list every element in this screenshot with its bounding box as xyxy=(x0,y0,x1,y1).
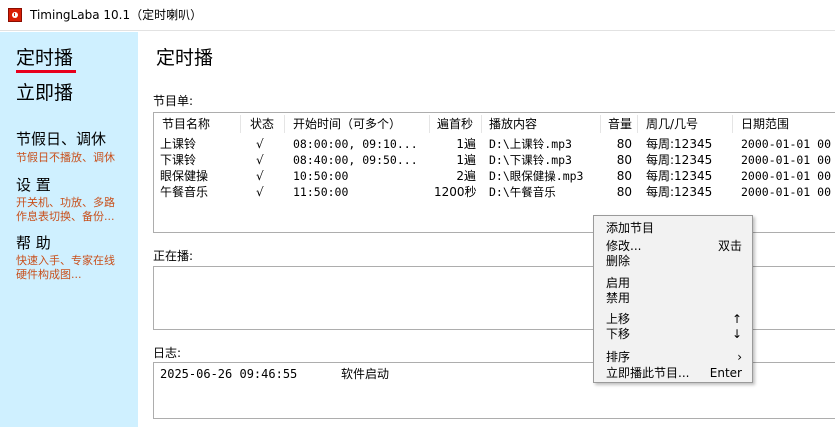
cell-repeat: 1遍 xyxy=(456,153,476,167)
nav-settings[interactable]: 设 置 xyxy=(16,176,51,195)
menu-item-label: 下移 xyxy=(606,327,631,341)
window-title: TimingLaba 10.1（定时喇叭） xyxy=(30,8,203,22)
cell-content: D:\午餐音乐 xyxy=(489,185,556,199)
cell-name: 上课铃 xyxy=(160,137,197,151)
cell-repeat: 2遍 xyxy=(456,169,476,183)
arrow-up-icon: ↑ xyxy=(731,312,742,326)
active-nav-underline xyxy=(16,70,76,73)
cell-volume: 80 xyxy=(616,169,632,183)
menu-enable[interactable]: 启用 xyxy=(594,275,752,291)
cell-volume: 80 xyxy=(616,185,632,199)
cell-weekday: 每周:12345 xyxy=(646,185,713,199)
menu-disable[interactable]: 禁用 xyxy=(594,290,752,306)
cell-start-time: 08:40:00, 09:50... xyxy=(293,153,418,167)
chevron-right-icon: › xyxy=(737,350,742,364)
cell-content: D:\眼保健操.mp3 xyxy=(489,169,584,183)
log-time: 2025-06-26 09:46:55 xyxy=(160,367,298,381)
column-divider[interactable] xyxy=(240,115,241,133)
nav-help[interactable]: 帮 助 xyxy=(16,234,51,253)
menu-item-label: 立即播此节目... xyxy=(606,366,690,380)
cell-repeat: 1遍 xyxy=(456,137,476,151)
column-divider[interactable] xyxy=(284,115,285,133)
log-message: 软件启动 xyxy=(341,367,390,381)
cell-weekday: 每周:12345 xyxy=(646,137,713,151)
page-title: 定时播 xyxy=(156,47,214,69)
now-playing-label: 正在播: xyxy=(153,249,194,263)
col-header-name[interactable]: 节目名称 xyxy=(162,117,210,131)
arrow-down-icon: ↓ xyxy=(731,327,742,341)
column-divider[interactable] xyxy=(429,115,430,133)
program-list-label: 节目单: xyxy=(153,94,194,108)
nav-help-desc-1[interactable]: 快速入手、专家在线 xyxy=(16,253,115,268)
cell-repeat: 1200秒 xyxy=(434,185,476,199)
menu-item-label: 修改... xyxy=(606,239,642,253)
cell-date-range: 2000-01-01 00 xyxy=(741,169,832,183)
table-row[interactable]: 下课铃 √ 08:40:00, 09:50... 1遍 D:\下课铃.mp3 8… xyxy=(154,152,835,168)
menu-item-shortcut: 双击 xyxy=(717,239,742,253)
col-header-volume[interactable]: 音量 xyxy=(608,117,632,131)
menu-item-label: 添加节目 xyxy=(606,221,655,235)
cell-start-time: 10:50:00 xyxy=(293,169,349,183)
app-icon xyxy=(8,8,22,22)
col-header-date-range[interactable]: 日期范围 xyxy=(741,117,789,131)
nav-play-now[interactable]: 立即播 xyxy=(16,81,73,105)
col-header-status[interactable]: 状态 xyxy=(250,117,274,131)
cell-status: √ xyxy=(256,153,264,167)
cell-weekday: 每周:12345 xyxy=(646,169,713,183)
menu-item-label: 排序 xyxy=(606,350,631,364)
menu-item-label: 启用 xyxy=(606,276,631,290)
table-row[interactable]: 眼保健操 √ 10:50:00 2遍 D:\眼保健操.mp3 80 每周:123… xyxy=(154,168,835,184)
log-label: 日志: xyxy=(153,346,182,360)
table-row[interactable]: 午餐音乐 √ 11:50:00 1200秒 D:\午餐音乐 80 每周:1234… xyxy=(154,184,835,200)
menu-item-label: 禁用 xyxy=(606,291,631,305)
nav-holidays-desc[interactable]: 节假日不播放、调休 xyxy=(16,150,115,165)
program-list-header: 节目名称 状态 开始时间（可多个） 遍首秒 播放内容 音量 周几/几号 日期范围 xyxy=(154,113,835,135)
menu-delete[interactable]: 删除 xyxy=(594,253,752,269)
cell-date-range: 2000-01-01 00 xyxy=(741,137,832,151)
nav-scheduled-play[interactable]: 定时播 xyxy=(16,46,73,70)
column-divider[interactable] xyxy=(481,115,482,133)
menu-item-label: 上移 xyxy=(606,312,631,326)
menu-sort[interactable]: 排序 › xyxy=(594,349,752,365)
cell-status: √ xyxy=(256,169,264,183)
column-divider[interactable] xyxy=(600,115,601,133)
nav-settings-desc-1[interactable]: 开关机、功放、多路 xyxy=(16,195,115,210)
col-header-start-time[interactable]: 开始时间（可多个） xyxy=(293,117,401,131)
col-header-weekday[interactable]: 周几/几号 xyxy=(646,117,698,131)
cell-content: D:\上课铃.mp3 xyxy=(489,137,572,151)
column-divider[interactable] xyxy=(732,115,733,133)
menu-move-up[interactable]: 上移 ↑ xyxy=(594,311,752,327)
nav-help-desc-2[interactable]: 硬件构成图... xyxy=(16,267,82,282)
cell-name: 午餐音乐 xyxy=(160,185,209,199)
menu-move-down[interactable]: 下移 ↓ xyxy=(594,326,752,342)
cell-volume: 80 xyxy=(616,153,632,167)
cell-weekday: 每周:12345 xyxy=(646,153,713,167)
menu-item-label: 删除 xyxy=(606,254,631,268)
context-menu: 添加节目 修改... 双击 删除 启用 禁用 上移 ↑ 下移 ↓ 排序 › 立即… xyxy=(593,215,753,383)
cell-status: √ xyxy=(256,137,264,151)
title-bar: TimingLaba 10.1（定时喇叭） xyxy=(0,0,835,31)
cell-start-time: 11:50:00 xyxy=(293,185,349,199)
col-header-content[interactable]: 播放内容 xyxy=(489,117,537,131)
cell-volume: 80 xyxy=(616,137,632,151)
menu-edit[interactable]: 修改... 双击 xyxy=(594,238,752,254)
cell-name: 眼保健操 xyxy=(160,169,209,183)
nav-settings-desc-2[interactable]: 作息表切换、备份... xyxy=(16,209,115,224)
column-divider[interactable] xyxy=(637,115,638,133)
menu-play-now[interactable]: 立即播此节目... Enter xyxy=(594,365,752,381)
sidebar: 定时播 立即播 节假日、调休 节假日不播放、调休 设 置 开关机、功放、多路 作… xyxy=(0,32,138,427)
col-header-repeat[interactable]: 遍首秒 xyxy=(437,117,473,131)
cell-status: √ xyxy=(256,185,264,199)
cell-start-time: 08:00:00, 09:10... xyxy=(293,137,418,151)
cell-name: 下课铃 xyxy=(160,153,197,167)
nav-holidays[interactable]: 节假日、调休 xyxy=(16,130,106,149)
cell-date-range: 2000-01-01 00 xyxy=(741,185,832,199)
cell-content: D:\下课铃.mp3 xyxy=(489,153,572,167)
menu-item-shortcut: Enter xyxy=(709,366,742,380)
table-row[interactable]: 上课铃 √ 08:00:00, 09:10... 1遍 D:\上课铃.mp3 8… xyxy=(154,136,835,152)
cell-date-range: 2000-01-01 00 xyxy=(741,153,832,167)
menu-add-program[interactable]: 添加节目 xyxy=(594,220,752,236)
